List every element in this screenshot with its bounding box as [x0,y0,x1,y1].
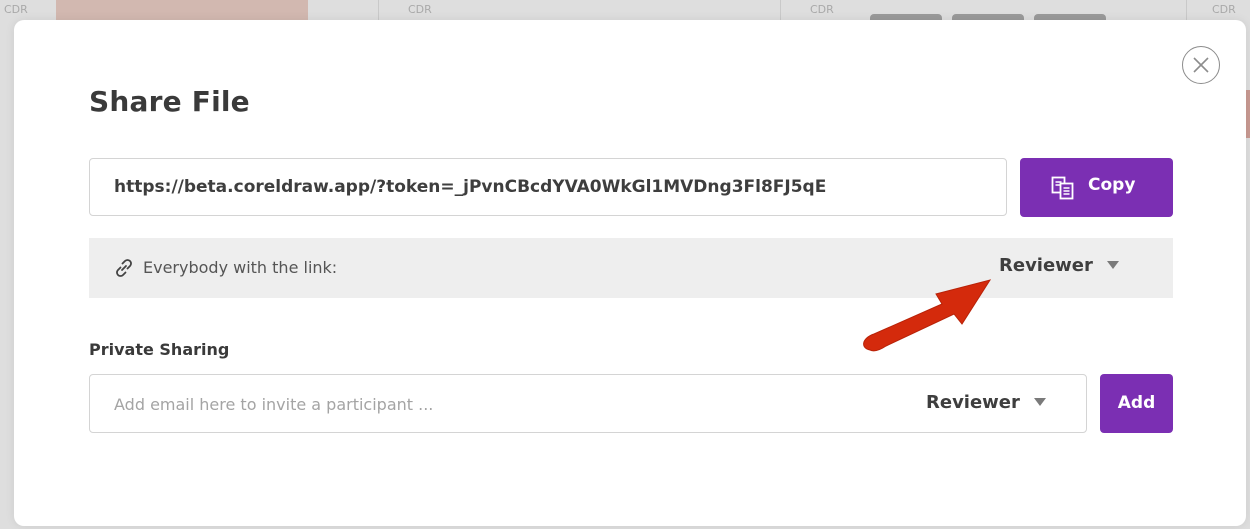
format-label: CDR [408,3,432,16]
annotation-arrow-icon [863,279,992,352]
link-role-dropdown[interactable]: Reviewer [999,255,1119,276]
chevron-down-icon [1106,260,1119,269]
background-thumbnail [56,0,308,20]
divider [1186,0,1187,20]
add-participant-button[interactable]: Add [1100,374,1173,433]
share-file-dialog: Share File https://beta.coreldraw.app/?t… [14,20,1246,526]
invite-email-field: Reviewer [89,374,1087,434]
close-icon [1193,57,1209,73]
dialog-title: Share File [89,85,250,118]
format-label: CDR [4,3,28,16]
private-sharing-heading: Private Sharing [89,340,230,359]
divider [378,0,379,20]
copy-link-button[interactable]: Copy [1020,158,1173,217]
close-button[interactable] [1182,46,1220,84]
chevron-down-icon [1033,397,1046,406]
link-permission-row: Everybody with the link: Reviewer [89,238,1173,298]
copy-icon [1051,176,1074,200]
link-permission-label: Everybody with the link: [143,258,338,277]
link-icon [116,259,132,277]
invite-role-value: Reviewer [926,392,1020,413]
share-link-field[interactable]: https://beta.coreldraw.app/?token=_jPvnC… [89,158,1007,216]
divider [780,0,781,20]
format-label: CDR [1212,3,1236,16]
link-role-value: Reviewer [999,255,1093,276]
invite-role-dropdown[interactable]: Reviewer [926,392,1046,413]
format-label: CDR [810,3,834,16]
invite-email-input[interactable] [112,375,896,434]
copy-button-label: Copy [1088,175,1136,195]
